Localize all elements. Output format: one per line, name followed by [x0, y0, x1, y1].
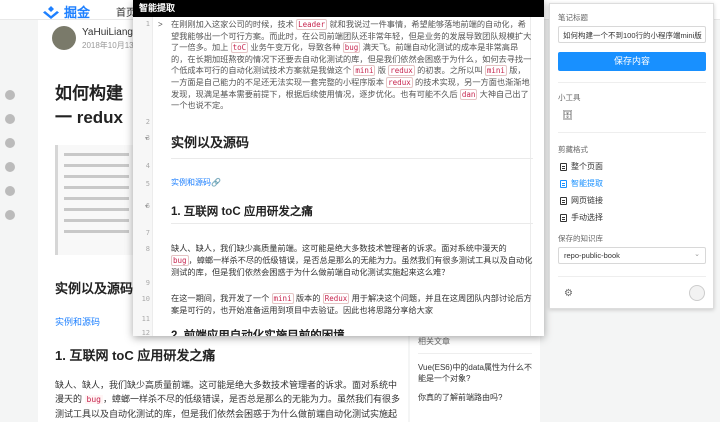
juejin-logo-icon [43, 5, 59, 19]
comment-icon[interactable] [5, 114, 15, 124]
chevron-down-icon: ⌄ [694, 251, 700, 258]
note-title-label: 笔记标题 [558, 13, 588, 22]
article-paragraph: 缺人、缺人，我们缺少高质量前端。这可能是绝大多数技术管理者的诉求。面对系统中漫天… [55, 380, 400, 419]
article-title: 如何构建一 redux [55, 84, 124, 127]
knowledge-base-label: 保存的知识库 [558, 234, 603, 243]
inline-code: Leader [296, 19, 328, 30]
line-number: 5 [145, 180, 150, 188]
modal-title: 智能提取 [133, 0, 544, 17]
inline-code: mini [271, 293, 294, 304]
like-icon[interactable] [5, 90, 15, 100]
article-quote-block [55, 145, 135, 255]
line-number: 10 [141, 295, 150, 303]
article-h2: 实例以及源码 [55, 281, 134, 296]
inline-code: mini [353, 65, 376, 77]
weibo-icon[interactable] [5, 186, 15, 196]
intro-blockquote: 在刚刚加入这家公司的时候，技术 Leader 就和我说过一件事情，希望能够落地前… [171, 19, 532, 111]
inline-code: bug [171, 255, 189, 266]
heading-underline [171, 223, 533, 224]
inline-code: dan [459, 88, 478, 100]
note-title-input[interactable]: 如何构建一个不到100行的小程序端mini版 [558, 26, 706, 43]
inline-code: redux [386, 76, 413, 88]
document-icon [560, 162, 567, 171]
logo-text: 掘金 [64, 5, 91, 20]
related-item[interactable]: 你真的了解前端路由吗? [418, 392, 532, 403]
line-number: 2 [145, 118, 150, 126]
juejin-logo[interactable]: 掘金 [42, 2, 90, 21]
tools-label: 小工具 [558, 93, 581, 102]
clip-format-label: 剪藏格式 [558, 145, 588, 154]
source-link[interactable]: 实例和源码🔗 [171, 177, 221, 188]
line-number: 7 [145, 229, 150, 237]
document-icon [560, 196, 567, 205]
fold-arrow-icon[interactable]: ▾ [145, 135, 148, 142]
star-icon[interactable] [5, 138, 15, 148]
line-number: 1 [145, 20, 150, 28]
save-content-button[interactable]: 保存内容 [558, 52, 706, 71]
article-action-icons [0, 90, 20, 234]
related-articles: 相关文章 Vue(ES6)中的data属性为什么不能是一个对象? 你真的了解前端… [410, 330, 540, 422]
line-number: 11 [141, 315, 150, 323]
share-icon[interactable] [5, 162, 15, 172]
document-icon [560, 179, 567, 188]
paragraph-2: 在这一期间，我开发了一个 mini 版本的 Redux 用于解决这个问题，并且在… [171, 293, 532, 315]
section-heading-h3-cut: 2. 前端应用自动化实施目前的困境 [171, 330, 345, 336]
inline-code: mini [484, 65, 507, 77]
line-number: 12 [141, 329, 150, 336]
section-heading-h3: 1. 互联网 toC 应用研发之痛 [171, 206, 313, 218]
clipper-panel: 笔记标题 如何构建一个不到100行的小程序端mini版 保存内容 小工具 🗄 剪… [549, 3, 714, 309]
wechat-icon[interactable] [5, 210, 15, 220]
related-item[interactable]: Vue(ES6)中的data属性为什么不能是一个对象? [418, 362, 532, 384]
archive-icon[interactable]: 🗄 [562, 110, 573, 121]
article-h3: 1. 互联网 toC 应用研发之痛 [55, 348, 216, 363]
line-number: 8 [145, 245, 150, 253]
inline-code: bug [342, 42, 361, 54]
divider [558, 132, 706, 133]
smart-extract-modal: 智能提取 1 2 3 ▾ 4 5 6 ▾ 7 8 9 10 11 12 > 在刚… [133, 0, 544, 336]
document-icon [560, 213, 567, 222]
knowledge-base-select[interactable]: repo-public-book ⌄ [558, 247, 706, 264]
inline-code: Redux [322, 293, 350, 304]
heading-underline [171, 158, 533, 159]
markdown-editor[interactable]: 1 2 3 ▾ 4 5 6 ▾ 7 8 9 10 11 12 > 在刚刚加入这家… [133, 17, 544, 336]
divider [558, 82, 706, 83]
line-gutter [133, 17, 153, 336]
line-number: 9 [145, 279, 150, 287]
section-heading-h2: 实例以及源码 [171, 135, 250, 150]
option-manual-select[interactable]: 手动选择 [560, 212, 603, 223]
paragraph-1: 缺人、缺人，我们缺少高质量前端。这可能是绝大多数技术管理者的诉求。面对系统中漫天… [171, 244, 533, 277]
settings-gear-icon[interactable]: ⚙ [564, 288, 573, 299]
related-title: 相关文章 [418, 336, 532, 354]
option-page-link[interactable]: 网页链接 [560, 195, 603, 206]
inline-code: toC [230, 42, 249, 54]
line-number: 4 [145, 162, 150, 170]
article-source-link[interactable]: 实例和源码 [55, 315, 100, 328]
divider [558, 276, 706, 277]
fold-arrow-icon[interactable]: ▾ [145, 203, 148, 210]
blockquote-marker: > [158, 20, 163, 29]
option-full-page[interactable]: 整个页面 [560, 161, 603, 172]
option-smart-extract[interactable]: 智能提取 [560, 178, 603, 189]
inline-code: redux [388, 65, 415, 77]
user-avatar[interactable] [689, 285, 705, 301]
author-avatar[interactable] [52, 26, 76, 50]
